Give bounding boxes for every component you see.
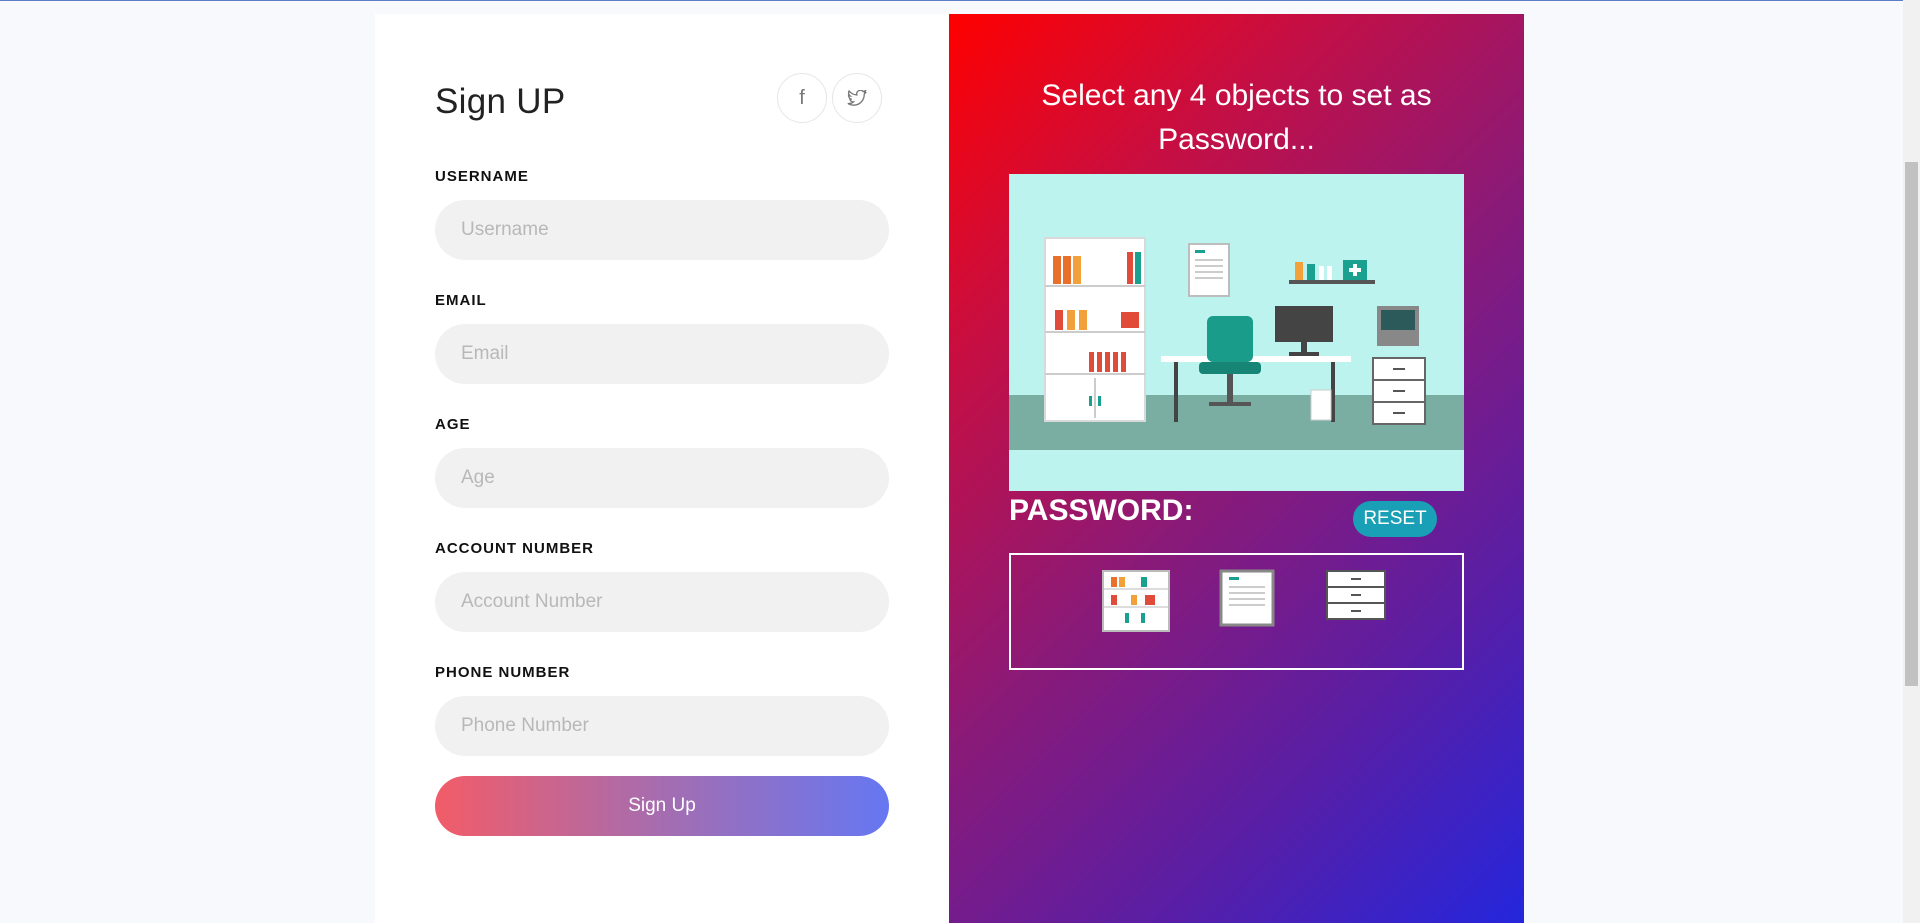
- page-title: Sign UP: [435, 82, 566, 121]
- password-instructions: Select any 4 objects to set as Password.…: [1041, 79, 1432, 156]
- selected-password-objects: [1009, 553, 1464, 670]
- password-label: PASSWORD:: [1009, 494, 1194, 527]
- window-top-border: [0, 0, 1920, 1]
- doctor-office-illustration[interactable]: [1009, 174, 1464, 491]
- username-input[interactable]: [435, 200, 889, 260]
- phone-number-input[interactable]: [435, 696, 889, 756]
- trash-bin-icon[interactable]: [1310, 389, 1332, 421]
- email-label: EMAIL: [435, 292, 487, 309]
- account-number-label: ACCOUNT NUMBER: [435, 540, 594, 557]
- drawer-cabinet-icon[interactable]: [1325, 569, 1387, 621]
- reset-button[interactable]: RESET: [1353, 501, 1437, 537]
- twitter-icon: [847, 89, 867, 106]
- facebook-icon: f: [799, 86, 805, 109]
- age-label: AGE: [435, 416, 471, 433]
- age-input[interactable]: [435, 448, 889, 508]
- signup-card: Sign UP f USERNAME EMAIL AGE ACCOUNT NUM…: [375, 14, 1524, 923]
- clipboard-icon[interactable]: [1219, 569, 1275, 627]
- clipboard-icon[interactable]: [1188, 243, 1230, 297]
- signup-button[interactable]: Sign Up: [435, 776, 889, 836]
- scrollbar-thumb[interactable]: [1905, 162, 1918, 686]
- account-number-input[interactable]: [435, 572, 889, 632]
- vertical-scrollbar[interactable]: [1903, 0, 1920, 923]
- signup-form-panel: Sign UP f USERNAME EMAIL AGE ACCOUNT NUM…: [375, 14, 949, 923]
- twitter-button[interactable]: [832, 73, 882, 123]
- phone-number-label: PHONE NUMBER: [435, 664, 571, 681]
- facebook-button[interactable]: f: [777, 73, 827, 123]
- medicine-cabinet-icon[interactable]: [1101, 569, 1171, 633]
- email-input[interactable]: [435, 324, 889, 384]
- medicine-cabinet-icon[interactable]: [1044, 237, 1146, 422]
- graphical-password-panel: Select any 4 objects to set as Password.…: [949, 14, 1524, 923]
- username-label: USERNAME: [435, 168, 529, 185]
- drawer-cabinet-icon[interactable]: [1372, 306, 1426, 425]
